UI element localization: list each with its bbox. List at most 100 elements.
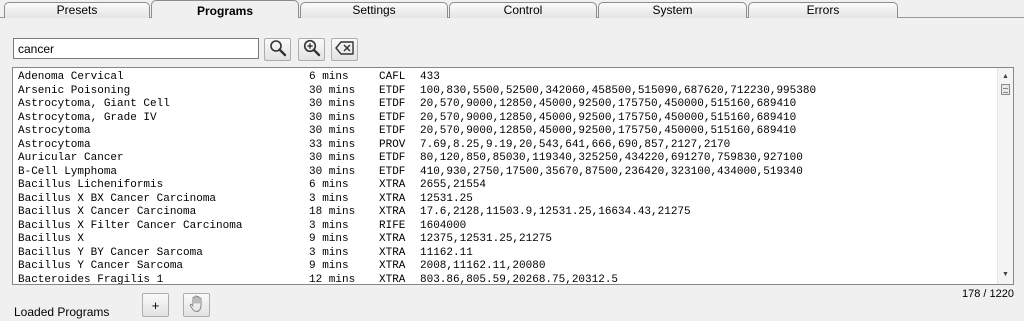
table-row[interactable]: Astrocytoma, Giant Cell 30 mins ETDF 20,570…	[13, 98, 997, 112]
program-name: Auricular Cancer	[18, 152, 124, 164]
program-duration: 30 mins	[309, 125, 356, 137]
program-type: XTRA	[379, 233, 406, 245]
tab-presets[interactable]: Presets	[4, 2, 150, 18]
program-frequencies: 17.6,2128,11503.9,12531.25,16634.43,2127…	[420, 206, 691, 218]
table-row[interactable]: B-Cell Lymphoma 30 mins ETDF 410,930,2750,1…	[13, 166, 997, 180]
hand-button[interactable]	[183, 293, 210, 317]
program-type: RIFE	[379, 219, 406, 232]
table-row[interactable]: Bacillus X Filter Cancer Carcinoma 3 mins…	[13, 220, 997, 234]
program-frequencies: 433	[420, 71, 440, 83]
program-rows: Adenoma Cervical 6 mins CAFL 433 Arsenic Poi…	[13, 71, 997, 285]
program-frequencies: 12531.25	[420, 192, 473, 205]
program-frequencies: 2008,11162.11,20080	[420, 260, 546, 272]
hand-icon	[189, 294, 205, 316]
program-frequencies: 2655,21554	[420, 179, 487, 191]
table-row[interactable]: Bacteroides Fragilis 1 12 mins XTRA 803.86,…	[13, 273, 997, 285]
program-name: Astrocytoma	[18, 125, 91, 137]
program-type: ETDF	[379, 98, 406, 110]
program-frequencies: 100,830,5500,52500,342060,458500,515090,…	[420, 84, 817, 97]
program-type: ETDF	[379, 165, 406, 178]
program-name: Astrocytoma, Giant Cell	[18, 98, 170, 110]
program-name: Astrocytoma	[18, 138, 91, 151]
program-duration: 30 mins	[309, 165, 356, 178]
zoom-search-button[interactable]	[298, 38, 325, 61]
tab-system[interactable]: System	[598, 2, 747, 18]
programs-list[interactable]: Adenoma Cervical 6 mins CAFL 433 Arsenic Poi…	[12, 67, 1014, 285]
program-name: Bacteroides Fragilis 1	[18, 273, 164, 285]
program-type: ETDF	[379, 125, 406, 137]
program-frequencies: 803.86,805.59,20268.75,20312.5	[420, 273, 619, 285]
program-type: XTRA	[379, 192, 406, 205]
program-count: 178 / 1220	[962, 288, 1014, 300]
program-duration: 6 mins	[309, 179, 349, 191]
table-row[interactable]: Astrocytoma 33 mins PROV 7.69,8.25,9.19,20,…	[13, 139, 997, 153]
table-row[interactable]: Bacillus Licheniformis 6 mins XTRA 2655,215…	[13, 179, 997, 193]
program-type: XTRA	[379, 246, 406, 259]
program-name: Bacillus Y Cancer Sarcoma	[18, 260, 184, 272]
table-row[interactable]: Auricular Cancer 30 mins ETDF 80,120,850,85…	[13, 152, 997, 166]
program-name: Bacillus X BX Cancer Carcinoma	[18, 192, 217, 205]
program-duration: 3 mins	[309, 192, 349, 205]
scroll-thumb[interactable]	[1001, 84, 1010, 95]
program-type: XTRA	[379, 206, 406, 218]
tab-errors[interactable]: Errors	[748, 2, 898, 18]
program-frequencies: 410,930,2750,17500,35670,87500,236420,32…	[420, 165, 803, 178]
table-row[interactable]: Astrocytoma 30 mins ETDF 20,570,9000,12850,…	[13, 125, 997, 139]
table-row[interactable]: Bacillus X Cancer Carcinoma 18 mins XTRA 17…	[13, 206, 997, 220]
program-name: Bacillus Y BY Cancer Sarcoma	[18, 246, 203, 259]
program-duration: 9 mins	[309, 233, 349, 245]
list-scrollbar[interactable]: ▲ ▼	[997, 68, 1013, 284]
program-type: CAFL	[379, 71, 406, 83]
program-frequencies: 80,120,850,85030,119340,325250,434220,69…	[420, 152, 803, 164]
program-frequencies: 7.69,8.25,9.19,20,543,641,666,690,857,21…	[420, 138, 731, 151]
tab-control[interactable]: Control	[449, 2, 597, 18]
table-row[interactable]: Bacillus X 9 mins XTRA 12375,12531.25,21275	[13, 233, 997, 247]
add-program-button[interactable]: +	[142, 293, 169, 317]
program-name: B-Cell Lymphoma	[18, 165, 118, 178]
program-type: PROV	[379, 138, 406, 151]
program-duration: 30 mins	[309, 111, 356, 124]
table-row[interactable]: Bacillus X BX Cancer Carcinoma 3 mins XTRA…	[13, 193, 997, 207]
loaded-programs-label: Loaded Programs	[14, 305, 110, 319]
program-frequencies: 20,570,9000,12850,45000,92500,175750,450…	[420, 111, 797, 124]
program-type: XTRA	[379, 179, 406, 191]
program-name: Astrocytoma, Grade IV	[18, 111, 157, 124]
program-duration: 6 mins	[309, 71, 349, 83]
tab-settings[interactable]: Settings	[300, 2, 448, 18]
program-frequencies: 12375,12531.25,21275	[420, 233, 553, 245]
program-name: Adenoma Cervical	[18, 71, 124, 83]
program-frequencies: 20,570,9000,12850,45000,92500,175750,450…	[420, 125, 797, 137]
magnifier-icon	[269, 39, 287, 60]
table-row[interactable]: Bacillus Y Cancer Sarcoma 9 mins XTRA 2008,…	[13, 260, 997, 274]
table-row[interactable]: Adenoma Cervical 6 mins CAFL 433	[13, 71, 997, 85]
program-type: ETDF	[379, 111, 406, 124]
program-duration: 3 mins	[309, 246, 349, 259]
program-frequencies: 11162.11	[420, 246, 473, 259]
scroll-up-arrow-icon[interactable]: ▲	[998, 71, 1013, 83]
program-duration: 30 mins	[309, 84, 356, 97]
scroll-down-arrow-icon[interactable]: ▼	[998, 269, 1013, 281]
tab-programs[interactable]: Programs	[151, 0, 299, 18]
search-input[interactable]	[13, 38, 259, 59]
table-row[interactable]: Bacillus Y BY Cancer Sarcoma 3 mins XTRA 11…	[13, 247, 997, 261]
search-button[interactable]	[264, 38, 291, 61]
program-name: Bacillus X	[18, 233, 85, 245]
clear-backspace-icon	[334, 41, 355, 58]
program-type: ETDF	[379, 84, 406, 97]
table-row[interactable]: Arsenic Poisoning 30 mins ETDF 100,830,5500…	[13, 85, 997, 99]
program-name: Arsenic Poisoning	[18, 84, 131, 97]
program-frequencies: 20,570,9000,12850,45000,92500,175750,450…	[420, 98, 797, 110]
program-type: ETDF	[379, 152, 406, 164]
program-frequencies: 1604000	[420, 219, 467, 232]
table-row[interactable]: Astrocytoma, Grade IV 30 mins ETDF 20,570,9…	[13, 112, 997, 126]
tab-bar: Presets Programs Settings Control System…	[0, 0, 1024, 18]
program-duration: 18 mins	[309, 206, 356, 218]
program-duration: 3 mins	[309, 219, 349, 232]
program-type: XTRA	[379, 260, 406, 272]
zoom-in-icon	[303, 39, 321, 60]
program-name: Bacillus X Filter Cancer Carcinoma	[18, 219, 243, 232]
program-duration: 33 mins	[309, 138, 356, 151]
clear-search-button[interactable]	[331, 38, 358, 61]
program-duration: 9 mins	[309, 260, 349, 272]
program-duration: 12 mins	[309, 273, 356, 285]
